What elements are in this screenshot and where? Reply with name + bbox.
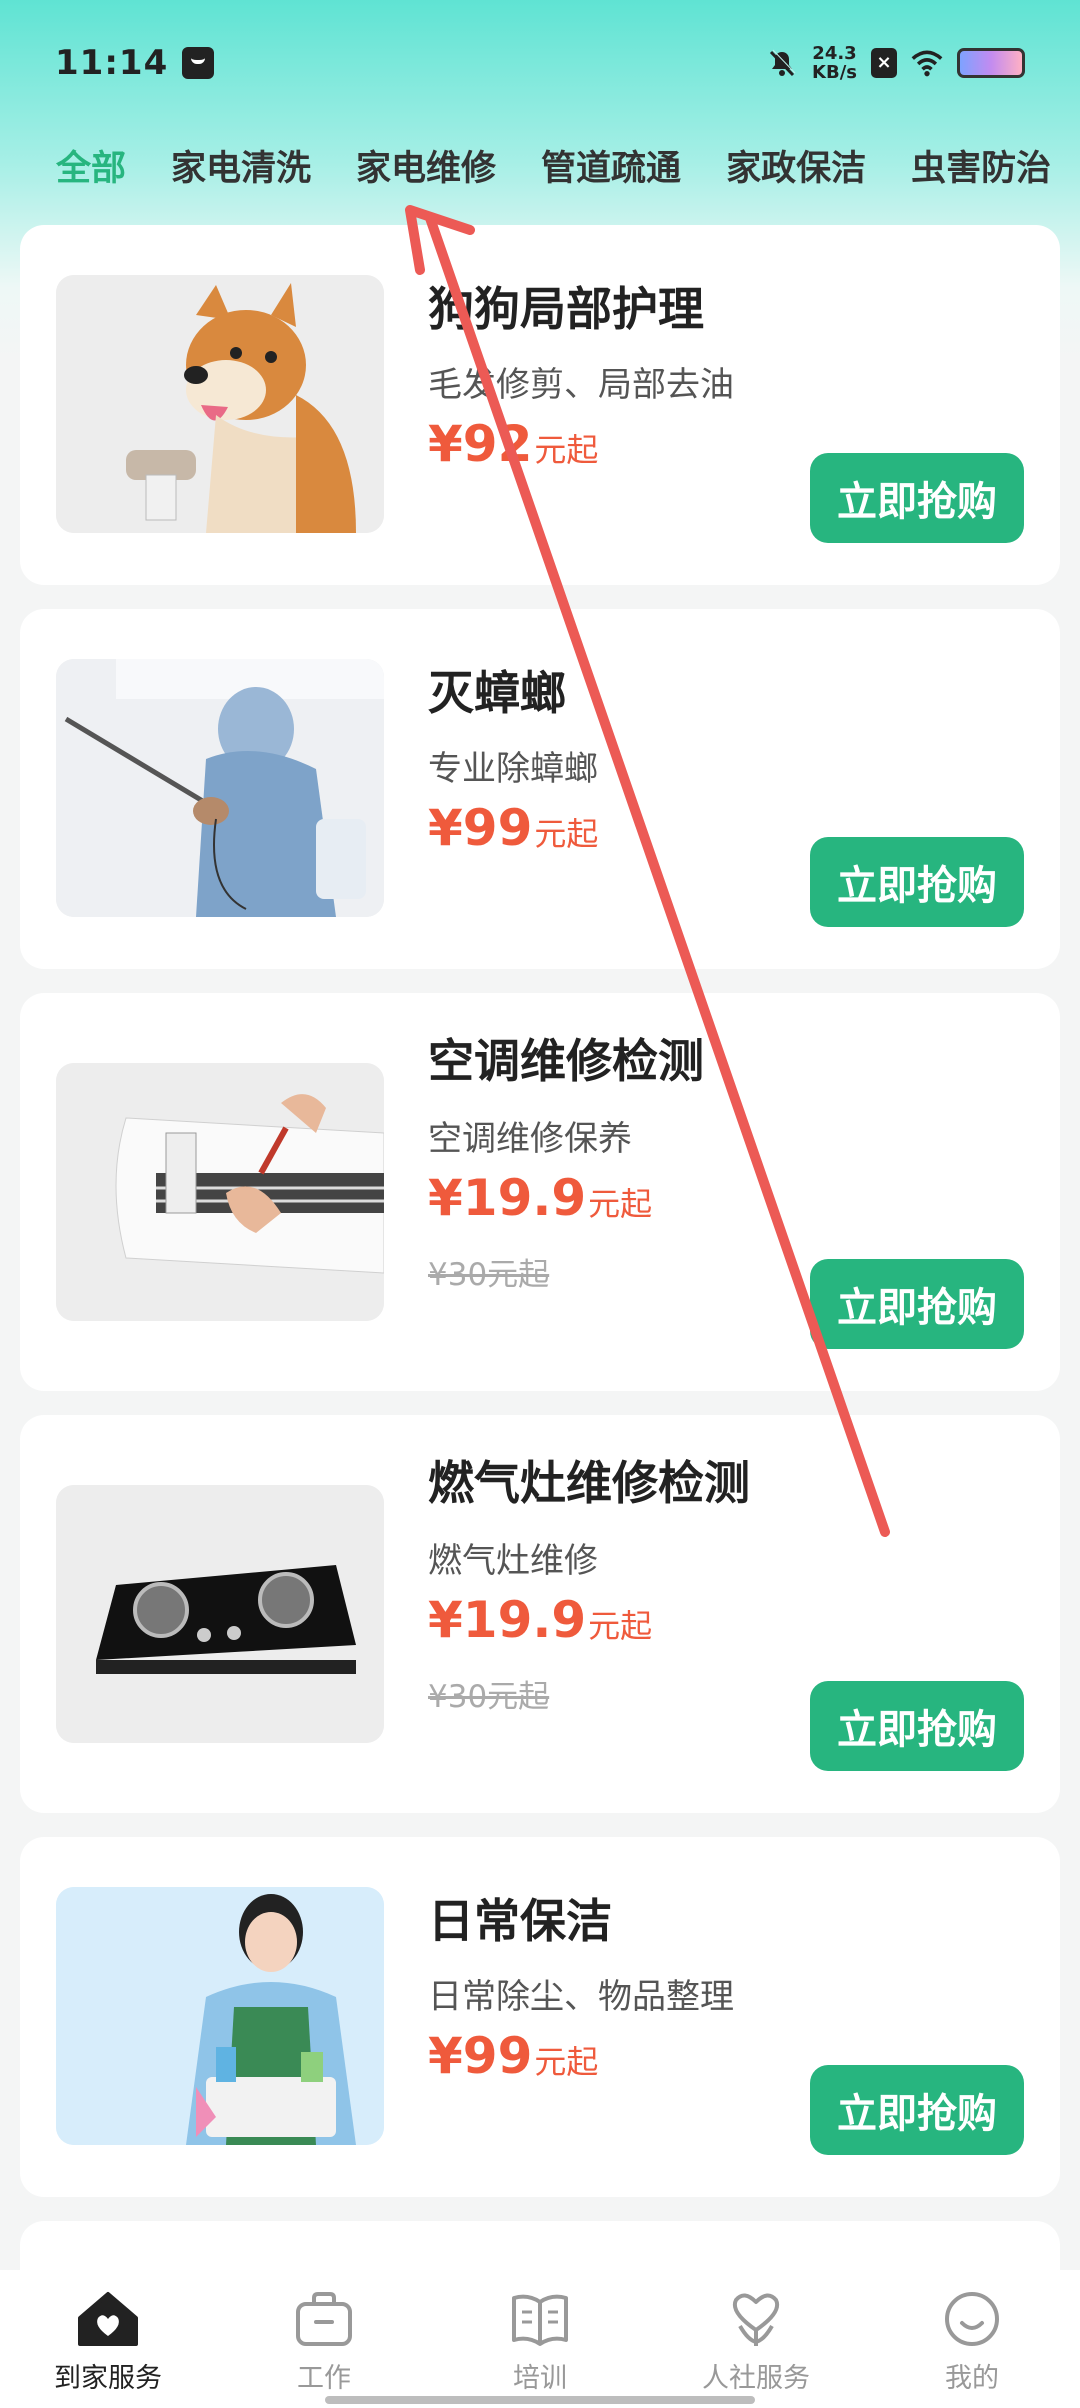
home-heart-icon: [78, 2292, 138, 2346]
notification-app-icon: [182, 46, 215, 79]
service-title: 空调维修检测: [428, 1034, 704, 1088]
status-indicators: 24.3 KB/s ×: [766, 44, 1025, 82]
original-price: ¥30元起: [428, 1257, 550, 1293]
original-price: ¥30元起: [428, 1679, 550, 1715]
tab-all[interactable]: 全部: [56, 140, 126, 191]
home-indicator: [325, 2396, 755, 2404]
tab-housekeeping[interactable]: 家政保洁: [726, 140, 866, 191]
nav-label: 培训: [513, 2363, 567, 2394]
service-title: 日常保洁: [428, 1894, 612, 1948]
service-card[interactable]: 狗狗局部护理 毛发修剪、局部去油 ¥92 元起 立即抢购: [20, 225, 1060, 585]
cockroach-control-image: [56, 659, 384, 917]
status-time: 11:14: [55, 42, 169, 83]
briefcase-icon: [296, 2292, 352, 2346]
nav-mine[interactable]: 我的: [882, 2290, 1062, 2395]
service-price: ¥99 元起: [428, 2027, 599, 2085]
dog-grooming-image: [56, 275, 384, 533]
tab-pest-control[interactable]: 虫害防治: [911, 140, 1051, 191]
nav-home-service[interactable]: 到家服务: [18, 2290, 198, 2395]
service-description: 专业除蟑螂: [428, 749, 598, 789]
bell-muted-icon: [766, 47, 798, 79]
buy-now-button[interactable]: 立即抢购: [810, 837, 1024, 927]
service-title: 灭蟑螂: [428, 666, 566, 720]
service-description: 日常除尘、物品整理: [428, 1977, 734, 2017]
service-price: ¥92 元起: [428, 415, 599, 473]
service-list: 狗狗局部护理 毛发修剪、局部去油 ¥92 元起 立即抢购 灭蟑螂 专业除蟑螂 ¥9…: [20, 225, 1060, 2365]
service-card[interactable]: 燃气灶维修检测 燃气灶维修 ¥19.9 元起 ¥30元起 立即抢购: [20, 1415, 1060, 1813]
daily-cleaning-image: [56, 1887, 384, 2145]
tab-appliance-cleaning[interactable]: 家电清洗: [171, 140, 311, 191]
sim-x-icon: ×: [871, 47, 897, 78]
bottom-nav: 到家服务 工作 培训 人社服务 我的: [0, 2270, 1080, 2408]
nav-label: 我的: [945, 2363, 999, 2394]
service-card[interactable]: 灭蟑螂 专业除蟑螂 ¥99 元起 立即抢购: [20, 609, 1060, 969]
heart-person-icon: [733, 2293, 779, 2346]
status-bar: 11:14 24.3 KB/s ×: [0, 0, 1080, 125]
gas-stove-image: [56, 1485, 384, 1743]
buy-now-button[interactable]: 立即抢购: [810, 453, 1024, 543]
buy-now-button[interactable]: 立即抢购: [810, 1259, 1024, 1349]
service-title: 燃气灶维修检测: [428, 1456, 750, 1510]
service-description: 毛发修剪、局部去油: [428, 365, 734, 405]
nav-work[interactable]: 工作: [234, 2290, 414, 2395]
service-card[interactable]: 日常保洁 日常除尘、物品整理 ¥99 元起 立即抢购: [20, 1837, 1060, 2197]
tab-appliance-repair[interactable]: 家电维修: [356, 140, 496, 191]
buy-now-button[interactable]: 立即抢购: [810, 2065, 1024, 2155]
service-price: ¥19.9 元起: [428, 1169, 653, 1227]
nav-training[interactable]: 培训: [450, 2290, 630, 2395]
battery-icon: [957, 47, 1025, 78]
service-price: ¥19.9 元起: [428, 1591, 653, 1649]
service-description: 空调维修保养: [428, 1119, 632, 1159]
air-conditioner-image: [56, 1063, 384, 1321]
wifi-icon: [911, 47, 943, 79]
nav-label: 到家服务: [54, 2363, 162, 2394]
service-description: 燃气灶维修: [428, 1541, 598, 1581]
category-tabs: 全部 家电清洗 家电维修 管道疏通 家政保洁 虫害防治: [0, 130, 1080, 200]
tab-pipe-unclog[interactable]: 管道疏通: [541, 140, 681, 191]
service-title: 狗狗局部护理: [428, 282, 704, 336]
nav-social-service[interactable]: 人社服务: [666, 2290, 846, 2395]
nav-label: 工作: [297, 2363, 351, 2394]
service-card[interactable]: 空调维修检测 空调维修保养 ¥19.9 元起 ¥30元起 立即抢购: [20, 993, 1060, 1391]
book-icon: [512, 2294, 568, 2346]
network-speed: 24.3 KB/s: [812, 42, 857, 83]
nav-label: 人社服务: [702, 2363, 810, 2394]
service-price: ¥99 元起: [428, 799, 599, 857]
buy-now-button[interactable]: 立即抢购: [810, 1681, 1024, 1771]
smile-icon: [945, 2292, 999, 2346]
